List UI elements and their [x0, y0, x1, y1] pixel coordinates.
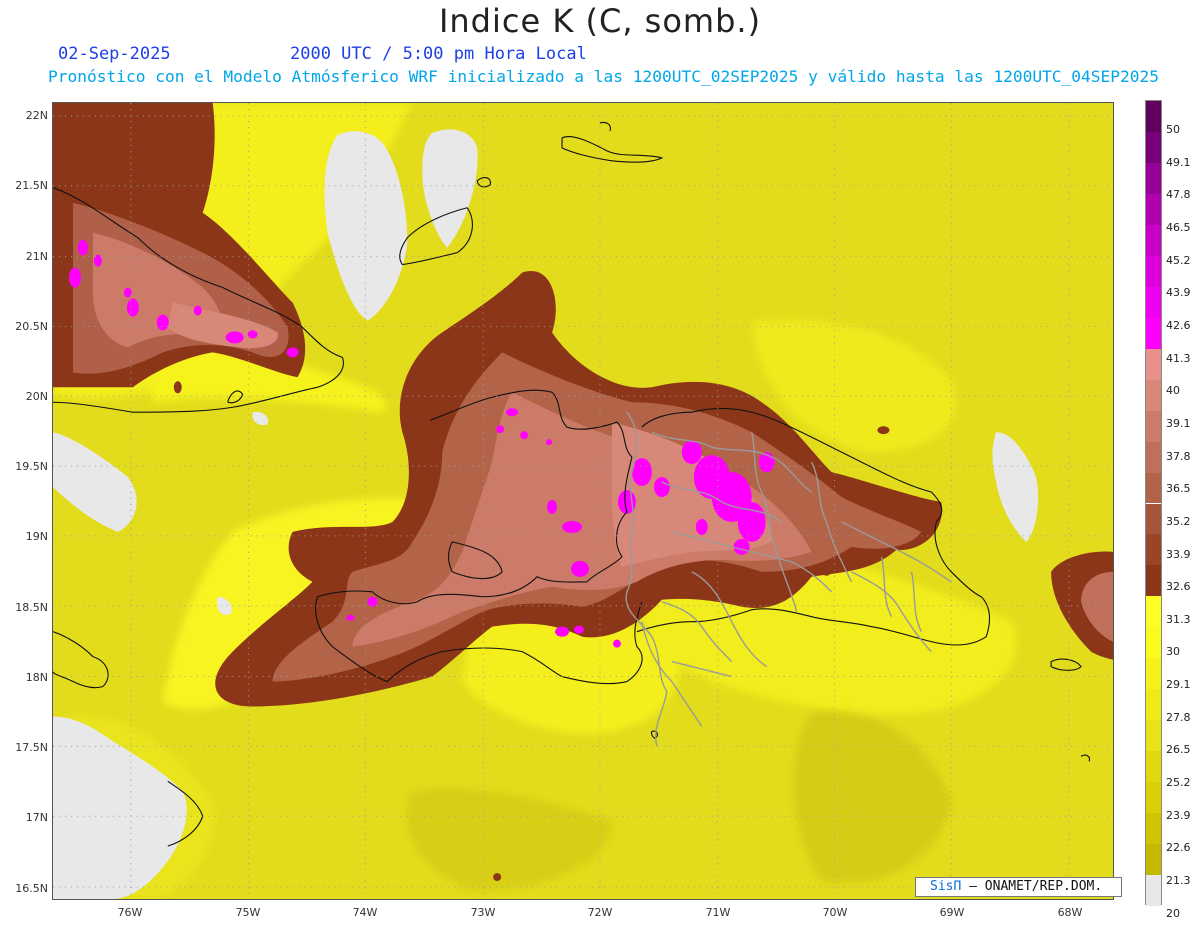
colorbar-swatch — [1146, 162, 1161, 194]
map-title: Indice K (C, somb.) — [438, 2, 762, 40]
colorbar-label: 25.2 — [1166, 776, 1191, 789]
colorbar-swatch — [1146, 255, 1161, 287]
lat-label: 20.5N — [15, 320, 48, 333]
credit-text: – ONAMET/REP.DOM. — [969, 879, 1103, 894]
colorbar-label: 20 — [1166, 906, 1180, 920]
colorbar-label: 32.6 — [1166, 580, 1191, 594]
colorbar-swatch — [1146, 410, 1161, 442]
colorbar-label: 33.9 — [1166, 547, 1191, 561]
lon-label: 70W — [822, 906, 848, 919]
k-index-map — [52, 102, 1114, 900]
colorbar-swatch — [1146, 627, 1161, 659]
colorbar-swatch — [1146, 875, 1161, 906]
colorbar-swatch — [1146, 379, 1161, 411]
lon-label: 69W — [939, 906, 965, 919]
lat-label: 16.5N — [15, 882, 48, 895]
colorbar-swatch — [1146, 782, 1161, 814]
colorbar-label: 21.3 — [1166, 873, 1191, 887]
colorbar-label: 42.6 — [1166, 318, 1191, 332]
lat-label: 21.5N — [15, 179, 48, 192]
forecast-date: 02-Sep-2025 — [58, 44, 171, 64]
lon-label: 72W — [587, 906, 613, 919]
colorbar-label: 30 — [1166, 645, 1180, 659]
colorbar-swatch — [1146, 596, 1161, 628]
colorbar — [1145, 100, 1162, 906]
colorbar-label: 40 — [1166, 384, 1180, 398]
lat-label: 21N — [25, 250, 48, 263]
colorbar-swatch — [1146, 348, 1161, 380]
lat-label: 18.5N — [15, 601, 48, 614]
lon-label: 74W — [352, 906, 378, 919]
lat-label: 19.5N — [15, 460, 48, 473]
colorbar-swatch — [1146, 441, 1161, 473]
colorbar-label: 29.1 — [1166, 678, 1191, 691]
colorbar-swatch — [1146, 193, 1161, 225]
lon-label: 71W — [705, 906, 731, 919]
colorbar-label: 47.8 — [1166, 188, 1191, 202]
lon-label: 76W — [117, 906, 143, 919]
colorbar-swatch — [1146, 751, 1161, 783]
colorbar-swatch — [1146, 224, 1161, 256]
colorbar-label: 50 — [1166, 123, 1180, 136]
lat-label: 17.5N — [15, 741, 48, 754]
lon-label: 73W — [470, 906, 496, 919]
lat-label: 19N — [25, 530, 48, 543]
colorbar-swatch — [1146, 844, 1161, 876]
colorbar-label: 22.6 — [1166, 841, 1191, 855]
lat-label: 17N — [25, 811, 48, 824]
colorbar-swatch — [1146, 565, 1161, 597]
lat-label: 22N — [25, 109, 48, 122]
lon-label: 68W — [1057, 906, 1083, 919]
lat-label: 18N — [25, 671, 48, 684]
colorbar-label: 39.1 — [1166, 416, 1191, 430]
forecast-time: 2000 UTC / 5:00 pm Hora Local — [290, 44, 587, 64]
colorbar-swatch — [1146, 101, 1161, 132]
colorbar-label: 35.2 — [1166, 514, 1191, 528]
colorbar-swatch — [1146, 813, 1161, 845]
colorbar-swatch — [1146, 472, 1161, 504]
colorbar-label: 41.3 — [1166, 351, 1191, 365]
colorbar-label: 36.5 — [1166, 482, 1191, 496]
colorbar-swatch — [1146, 286, 1161, 318]
colorbar-swatch — [1146, 689, 1161, 721]
colorbar-label: 23.9 — [1166, 808, 1191, 822]
model-description: Pronóstico con el Modelo Atmósferico WRF… — [48, 67, 1160, 86]
colorbar-label: 43.9 — [1166, 286, 1191, 300]
colorbar-label: 45.2 — [1166, 253, 1191, 267]
colorbar-label: 31.3 — [1166, 612, 1191, 626]
colorbar-swatch — [1146, 131, 1161, 163]
colorbar-swatch — [1146, 720, 1161, 752]
credit-box: SisΠ – ONAMET/REP.DOM. — [915, 877, 1122, 897]
colorbar-swatch — [1146, 658, 1161, 690]
credit-brand: SisΠ — [930, 879, 962, 894]
colorbar-label: 27.8 — [1166, 710, 1191, 724]
colorbar-swatch — [1146, 317, 1161, 349]
colorbar-swatch — [1146, 534, 1161, 566]
lat-label: 20N — [25, 390, 48, 403]
colorbar-label: 49.1 — [1166, 155, 1191, 169]
lon-label: 75W — [235, 906, 261, 919]
colorbar-swatch — [1146, 503, 1161, 535]
colorbar-label: 26.5 — [1166, 743, 1191, 757]
colorbar-label: 46.5 — [1166, 220, 1191, 234]
colorbar-label: 37.8 — [1166, 449, 1191, 463]
